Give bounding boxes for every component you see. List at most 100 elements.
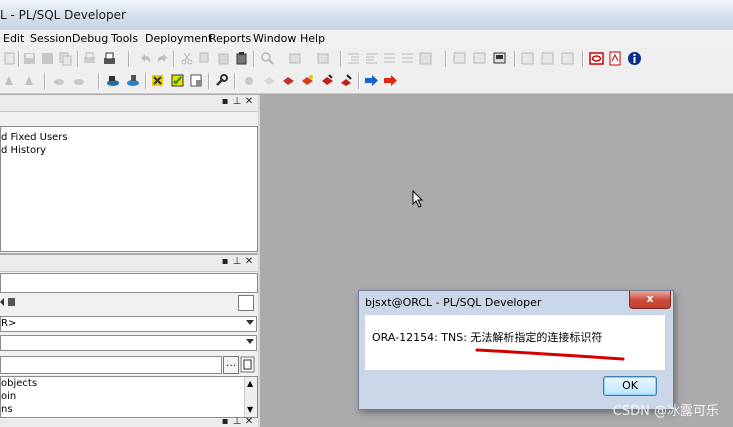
- toolbar-main: [0, 48, 733, 70]
- execute-icon[interactable]: [2, 73, 17, 88]
- undo-icon[interactable]: [138, 51, 153, 66]
- oracle-icon[interactable]: [589, 51, 604, 66]
- close-icon[interactable]: ✕: [244, 96, 254, 108]
- pdf-icon[interactable]: [608, 51, 623, 66]
- new-icon[interactable]: [2, 51, 17, 66]
- object-icon-3[interactable]: [281, 73, 296, 88]
- pin-icon[interactable]: ⊥: [232, 256, 242, 268]
- redo-icon[interactable]: [155, 51, 170, 66]
- commit-icon[interactable]: [52, 73, 67, 88]
- error-dialog: bjsxt@ORCL - PL/SQL Developer x ORA-1215…: [358, 290, 674, 410]
- watermark: CSDN @冰露可乐: [612, 404, 719, 419]
- window-cascade-icon[interactable]: [492, 51, 507, 66]
- object-icon-5[interactable]: [320, 73, 335, 88]
- object-icon-2[interactable]: [262, 73, 277, 88]
- window-list-icon[interactable]: [452, 51, 467, 66]
- save-icon[interactable]: [22, 51, 37, 66]
- menu-edit[interactable]: Edit: [3, 32, 24, 45]
- minimize-icon[interactable]: ▪: [220, 417, 230, 427]
- scroll-up-icon[interactable]: ▲: [247, 379, 253, 388]
- tree-view[interactable]: d Fixed Users d History: [0, 126, 258, 252]
- mouse-cursor-icon: [412, 190, 424, 208]
- menu-bar: Edit Session Debug Tools Deployment Repo…: [0, 30, 733, 48]
- object-type-combo[interactable]: R>: [0, 316, 257, 332]
- compile-icon[interactable]: [150, 73, 165, 88]
- scrollbar[interactable]: ▲ ▼: [244, 377, 257, 417]
- grid-icon-2[interactable]: [540, 51, 555, 66]
- close-icon[interactable]: ✕: [244, 417, 254, 427]
- tree-item[interactable]: d Fixed Users: [1, 132, 68, 143]
- paste-icon[interactable]: [216, 51, 231, 66]
- arrow-right-blue-icon[interactable]: [364, 73, 379, 88]
- filter-input[interactable]: [0, 273, 258, 293]
- uncomment-icon[interactable]: [400, 51, 415, 66]
- ok-button[interactable]: OK: [603, 376, 657, 396]
- grid-icon-1[interactable]: [520, 51, 535, 66]
- list-item[interactable]: objects: [1, 378, 37, 389]
- document-icon[interactable]: [189, 73, 204, 88]
- paste-special-icon[interactable]: [234, 51, 249, 66]
- pin-icon[interactable]: ⊥: [232, 417, 242, 427]
- wrench-icon[interactable]: [214, 73, 229, 88]
- combo-value: R>: [1, 318, 17, 329]
- red-underline-annotation: [475, 348, 625, 361]
- copy-icon[interactable]: [58, 51, 73, 66]
- option-checkbox[interactable]: [238, 295, 254, 311]
- print-setup-icon[interactable]: [102, 51, 117, 66]
- grid-icon-3[interactable]: [560, 51, 575, 66]
- print-icon[interactable]: [82, 51, 97, 66]
- arrow-right-red-icon[interactable]: [383, 73, 398, 88]
- menu-tools[interactable]: Tools: [111, 32, 138, 45]
- find-objects-panel: ▪ ⊥ ✕ R> … objects oin ns ▲ ▼ ▪ ⊥ ✕: [0, 255, 258, 427]
- info-icon[interactable]: [627, 51, 642, 66]
- pin-icon[interactable]: ⊥: [232, 96, 242, 108]
- close-icon[interactable]: ✕: [244, 256, 254, 268]
- chevron-down-icon: [246, 320, 254, 325]
- explain-plan-icon[interactable]: [126, 73, 141, 88]
- next-panel-header: ▪ ⊥ ✕: [0, 417, 258, 427]
- settings-small-icon[interactable]: [0, 296, 16, 308]
- toolbar-secondary: [0, 70, 733, 94]
- dialog-close-button[interactable]: x: [629, 291, 671, 309]
- menu-help[interactable]: Help: [300, 32, 325, 45]
- menu-deployment[interactable]: Deployment: [145, 32, 212, 45]
- results-list[interactable]: objects oin ns ▲ ▼: [0, 376, 258, 418]
- window-tile-icon[interactable]: [472, 51, 487, 66]
- object-icon-4[interactable]: [300, 73, 315, 88]
- search-input[interactable]: [0, 356, 222, 374]
- indent-icon[interactable]: [346, 51, 361, 66]
- save-all-icon[interactable]: [40, 51, 55, 66]
- format-icon[interactable]: [418, 51, 433, 66]
- menu-session[interactable]: Session: [30, 32, 72, 45]
- cut-icon[interactable]: [180, 51, 195, 66]
- menu-debug[interactable]: Debug: [72, 32, 108, 45]
- search-options-icon[interactable]: [240, 356, 255, 373]
- tree-item[interactable]: d History: [1, 145, 46, 156]
- object-icon-1[interactable]: [242, 73, 257, 88]
- title-bar: L - PL/SQL Developer: [0, 0, 733, 30]
- comment-icon[interactable]: [382, 51, 397, 66]
- goto-icon[interactable]: [316, 51, 331, 66]
- minimize-icon[interactable]: ▪: [220, 96, 230, 108]
- list-item[interactable]: ns: [1, 404, 13, 415]
- copy-text-icon[interactable]: [198, 51, 213, 66]
- menu-reports[interactable]: Reports: [209, 32, 251, 45]
- database-icon[interactable]: [106, 73, 121, 88]
- chevron-down-icon: [246, 339, 254, 344]
- menu-window[interactable]: Window: [253, 32, 296, 45]
- break-icon[interactable]: [22, 73, 37, 88]
- panel-header: ▪ ⊥ ✕: [0, 95, 258, 112]
- dialog-body: ORA-12154: TNS: 无法解析指定的连接标识符: [365, 315, 665, 370]
- minimize-icon[interactable]: ▪: [220, 256, 230, 268]
- browse-button[interactable]: …: [223, 356, 239, 374]
- object-icon-6[interactable]: [339, 73, 354, 88]
- replace-icon[interactable]: [288, 51, 303, 66]
- panel-header: ▪ ⊥ ✕: [0, 255, 258, 272]
- find-icon[interactable]: [260, 51, 275, 66]
- list-item[interactable]: oin: [1, 391, 16, 402]
- rollback-icon[interactable]: [72, 73, 87, 88]
- owner-combo[interactable]: [0, 335, 257, 351]
- test-icon[interactable]: [170, 73, 185, 88]
- unindent-icon[interactable]: [364, 51, 379, 66]
- scroll-down-icon[interactable]: ▼: [247, 405, 253, 414]
